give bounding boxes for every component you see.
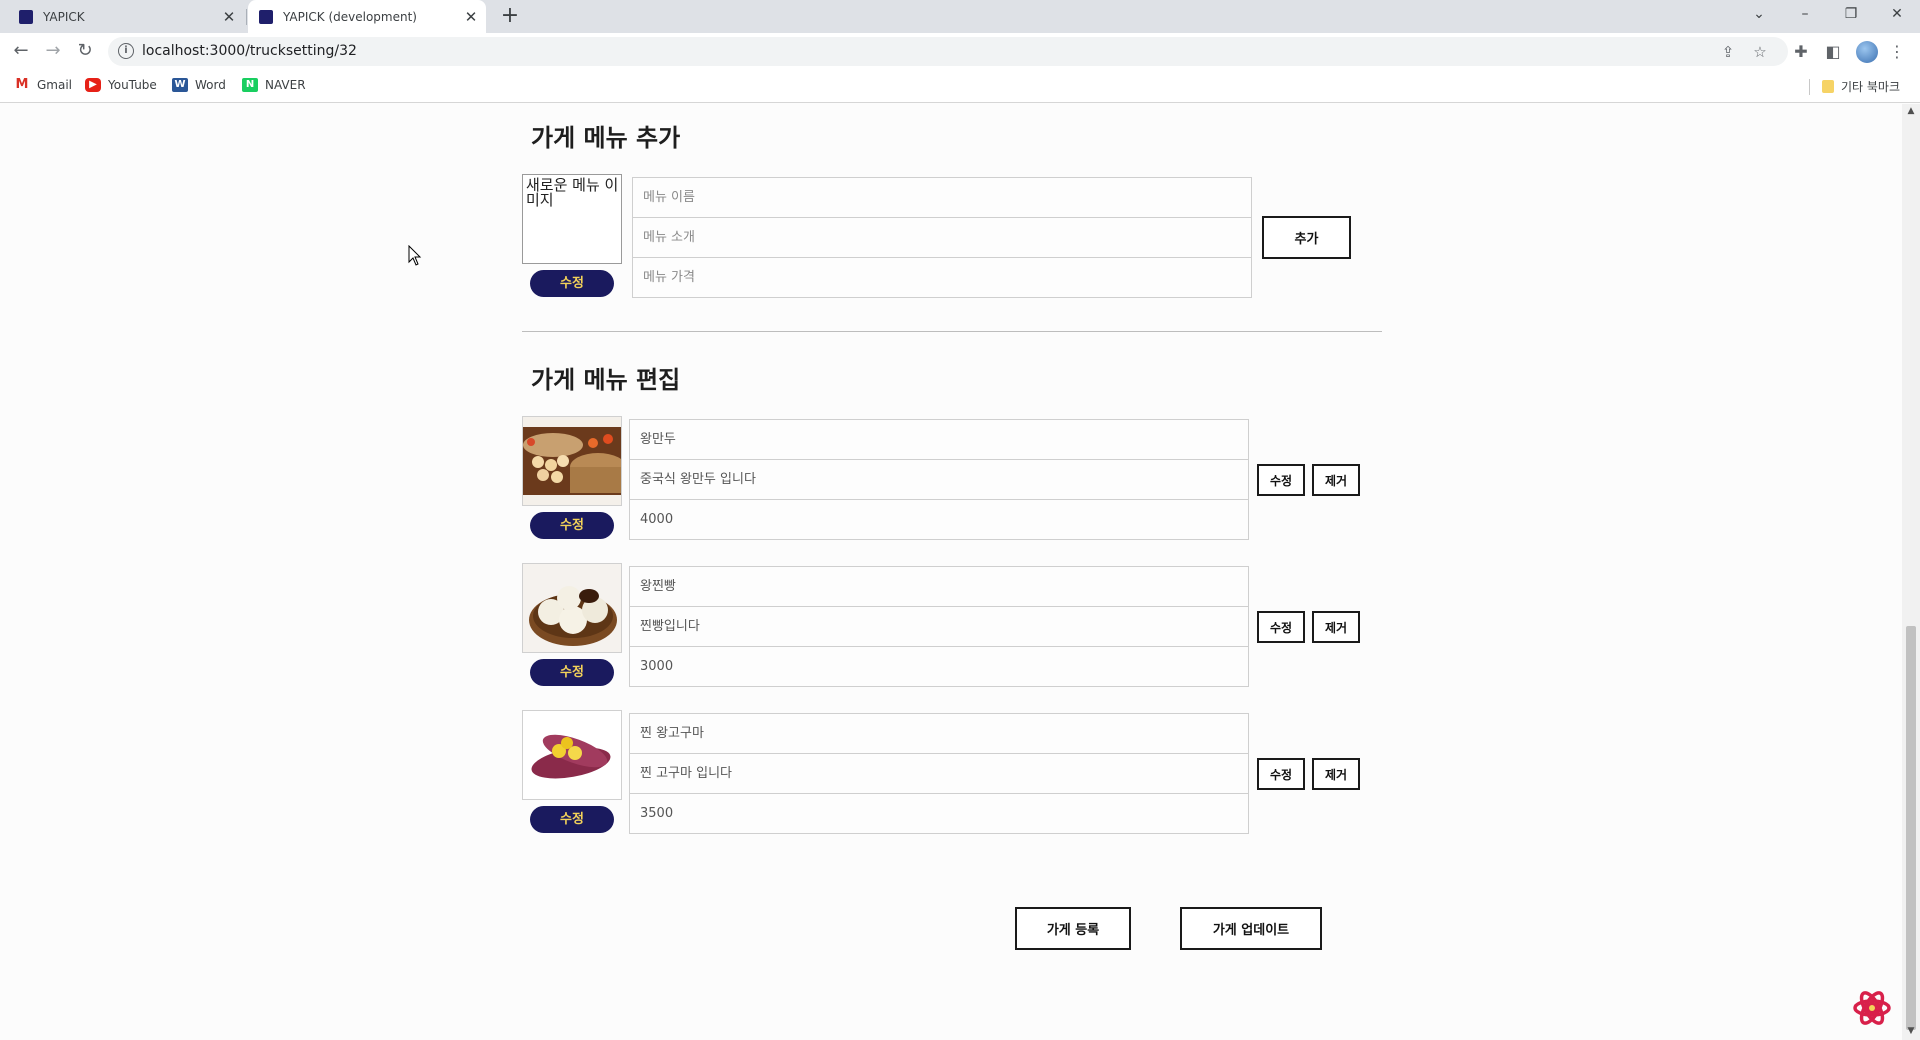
- yapick-favicon-icon: [259, 9, 273, 24]
- new-tab-button[interactable]: +: [497, 3, 523, 29]
- bookmark-label: NAVER: [265, 78, 306, 92]
- tab-title: YAPICK: [43, 9, 85, 24]
- bookmarks-separator: [1809, 79, 1810, 95]
- edit-menu-title: 가게 메뉴 편집: [531, 366, 681, 394]
- site-info-icon[interactable]: i: [118, 43, 134, 59]
- section-divider: [522, 331, 1382, 332]
- browser-toolbar: ← → ↻ i localhost:3000/trucksetting/32 ⇪…: [0, 33, 1920, 70]
- other-bookmarks[interactable]: 기타 북마크: [1822, 78, 1900, 95]
- menu-item-name[interactable]: 왕찐빵: [629, 566, 1249, 607]
- bookmark-label: Gmail: [37, 78, 73, 92]
- menu-item-desc[interactable]: 찐빵입니다: [629, 606, 1249, 647]
- side-panel-icon[interactable]: ◧: [1822, 41, 1844, 63]
- new-menu-image-alt: 새로운 메뉴 이미지: [526, 176, 619, 209]
- edit-menu-button[interactable]: 수정: [1257, 464, 1305, 496]
- tab-strip: YAPICK ✕ YAPICK (development) ✕ + ⌄ – ❐ …: [0, 0, 1920, 33]
- tab-separator: [246, 9, 247, 25]
- edit-new-image-button[interactable]: 수정: [530, 270, 614, 297]
- sweet-potato-photo: [523, 711, 621, 799]
- new-menu-image: 새로운 메뉴 이미지: [522, 174, 622, 264]
- menu-item-image: [522, 563, 622, 653]
- edit-image-button[interactable]: 수정: [530, 806, 614, 833]
- scrollbar-thumb[interactable]: [1906, 626, 1916, 1030]
- remove-menu-button[interactable]: 제거: [1312, 758, 1360, 790]
- remove-menu-button[interactable]: 제거: [1312, 464, 1360, 496]
- add-menu-title: 가게 메뉴 추가: [531, 124, 681, 152]
- edit-image-button[interactable]: 수정: [530, 659, 614, 686]
- edit-menu-button[interactable]: 수정: [1257, 758, 1305, 790]
- menu-desc-input[interactable]: 메뉴 소개: [632, 217, 1252, 258]
- close-window-button[interactable]: ✕: [1878, 0, 1916, 30]
- forward-arrow-icon[interactable]: →: [40, 38, 66, 64]
- react-devtools-logo-icon[interactable]: [1852, 988, 1892, 1028]
- menu-item-name[interactable]: 왕만두: [629, 419, 1249, 460]
- extensions-puzzle-icon[interactable]: ✚: [1790, 41, 1812, 63]
- menu-item-price[interactable]: 3000: [629, 646, 1249, 687]
- url-text: localhost:3000/trucksetting/32: [142, 43, 357, 59]
- close-tab-icon[interactable]: ✕: [462, 8, 480, 26]
- add-menu-button[interactable]: 추가: [1262, 216, 1351, 259]
- close-tab-icon[interactable]: ✕: [220, 8, 238, 26]
- word-icon: W: [172, 78, 188, 92]
- menu-item-image: [522, 710, 622, 800]
- register-store-button[interactable]: 가게 등록: [1015, 907, 1131, 950]
- menu-item-price[interactable]: 3500: [629, 793, 1249, 834]
- menu-item-name[interactable]: 찐 왕고구마: [629, 713, 1249, 754]
- share-icon[interactable]: ⇪: [1718, 42, 1738, 62]
- back-arrow-icon[interactable]: ←: [8, 38, 34, 64]
- profile-avatar[interactable]: [1856, 41, 1878, 63]
- menu-item-desc[interactable]: 찐 고구마 입니다: [629, 753, 1249, 794]
- menu-kebab-icon[interactable]: ⋮: [1886, 41, 1908, 63]
- tab-yapick[interactable]: YAPICK ✕: [8, 0, 244, 33]
- bookmark-gmail[interactable]: M Gmail: [14, 78, 72, 92]
- menu-item-price[interactable]: 4000: [629, 499, 1249, 540]
- menu-name-input[interactable]: 메뉴 이름: [632, 177, 1252, 218]
- remove-menu-button[interactable]: 제거: [1312, 611, 1360, 643]
- tab-yapick-development[interactable]: YAPICK (development) ✕: [248, 0, 486, 33]
- minimize-button[interactable]: –: [1786, 0, 1824, 30]
- tab-title: YAPICK (development): [283, 9, 417, 24]
- yapick-favicon-icon: [19, 9, 33, 24]
- steamed-bun-photo: [523, 564, 621, 652]
- address-bar[interactable]: i localhost:3000/trucksetting/32 ⇪ ☆: [108, 37, 1788, 66]
- bookmark-word[interactable]: W Word: [172, 78, 226, 92]
- youtube-icon: ▶: [85, 78, 101, 92]
- bookmark-label: Word: [195, 78, 226, 92]
- naver-icon: N: [242, 78, 258, 92]
- menu-item-desc[interactable]: 중국식 왕만두 입니다: [629, 459, 1249, 500]
- bookmark-star-icon[interactable]: ☆: [1750, 42, 1770, 62]
- bookmark-label: YouTube: [108, 78, 157, 92]
- menu-price-input[interactable]: 메뉴 가격: [632, 257, 1252, 298]
- gmail-icon: M: [14, 77, 30, 92]
- restore-button[interactable]: ❐: [1832, 0, 1870, 30]
- bookmark-naver[interactable]: N NAVER: [242, 78, 306, 92]
- edit-menu-button[interactable]: 수정: [1257, 611, 1305, 643]
- scroll-down-arrow-icon[interactable]: ▼: [1905, 1026, 1917, 1036]
- bookmark-youtube[interactable]: ▶ YouTube: [85, 78, 157, 92]
- tab-search-chevron-icon[interactable]: ⌄: [1740, 0, 1778, 30]
- folder-icon: [1822, 80, 1834, 93]
- other-bookmarks-label: 기타 북마크: [1841, 80, 1901, 94]
- update-store-button[interactable]: 가게 업데이트: [1180, 907, 1322, 950]
- scroll-up-arrow-icon[interactable]: ▲: [1905, 106, 1917, 116]
- edit-image-button[interactable]: 수정: [530, 512, 614, 539]
- mouse-cursor-icon: [408, 245, 422, 266]
- menu-item-image: [522, 416, 622, 506]
- dumpling-steamer-photo: [523, 417, 621, 505]
- reload-icon[interactable]: ↻: [72, 38, 98, 64]
- bookmarks-bar: M Gmail ▶ YouTube W Word N NAVER 기타 북마크: [0, 70, 1920, 103]
